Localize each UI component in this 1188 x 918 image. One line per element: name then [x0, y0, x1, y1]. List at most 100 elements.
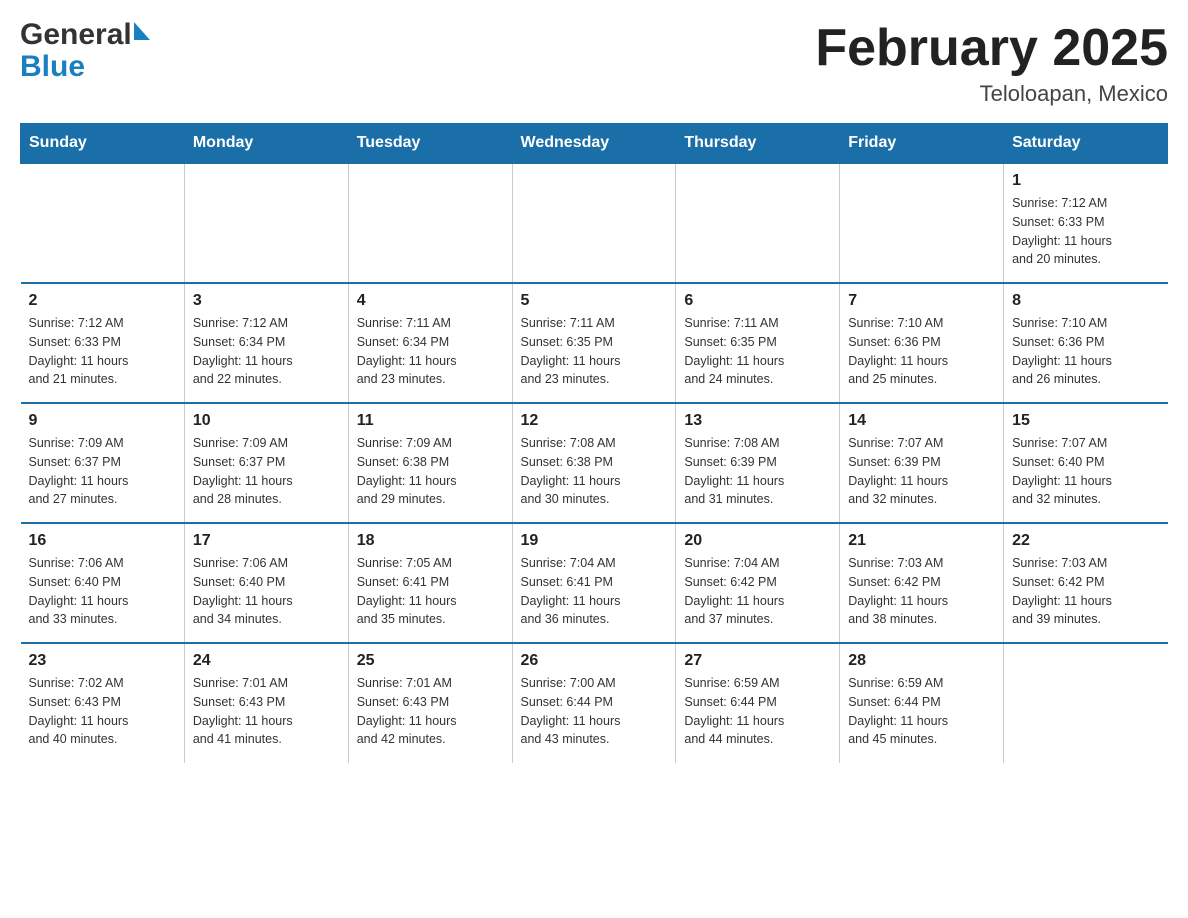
day-header-sunday: Sunday: [21, 124, 185, 164]
title-area: February 2025 Teloloapan, Mexico: [815, 20, 1168, 107]
calendar-header-row: SundayMondayTuesdayWednesdayThursdayFrid…: [21, 124, 1168, 164]
day-number: 11: [357, 412, 504, 430]
calendar-cell: 11 Sunrise: 7:09 AM Sunset: 6:38 PM Dayli…: [348, 403, 512, 523]
calendar-cell: 21 Sunrise: 7:03 AM Sunset: 6:42 PM Dayli…: [840, 523, 1004, 643]
calendar-cell: 26Sunrise: 7:00 AM Sunset: 6:44 PM Dayli…: [512, 643, 676, 763]
day-number: 21: [848, 532, 995, 550]
week-row-4: 16Sunrise: 7:06 AM Sunset: 6:40 PM Dayli…: [21, 523, 1168, 643]
day-info: Sunrise: 7:02 AM Sunset: 6:43 PM Dayligh…: [29, 674, 176, 749]
page-header: General Blue February 2025 Teloloapan, M…: [20, 20, 1168, 107]
calendar-cell: 7 Sunrise: 7:10 AM Sunset: 6:36 PM Daylig…: [840, 283, 1004, 403]
day-info: Sunrise: 6:59 AM Sunset: 6:44 PM Dayligh…: [848, 674, 995, 749]
day-info: Sunrise: 7:03 AM Sunset: 6:42 PM Dayligh…: [848, 554, 995, 629]
calendar-cell: 18Sunrise: 7:05 AM Sunset: 6:41 PM Dayli…: [348, 523, 512, 643]
calendar-cell: [184, 163, 348, 283]
day-header-thursday: Thursday: [676, 124, 840, 164]
day-info: Sunrise: 7:11 AM Sunset: 6:35 PM Dayligh…: [521, 314, 668, 389]
day-info: Sunrise: 7:08 AM Sunset: 6:39 PM Dayligh…: [684, 434, 831, 509]
calendar-cell: 13 Sunrise: 7:08 AM Sunset: 6:39 PM Dayli…: [676, 403, 840, 523]
day-number: 3: [193, 292, 340, 310]
calendar-cell: [21, 163, 185, 283]
day-info: Sunrise: 7:12 AM Sunset: 6:33 PM Dayligh…: [1012, 194, 1159, 269]
calendar-cell: 1Sunrise: 7:12 AM Sunset: 6:33 PM Daylig…: [1004, 163, 1168, 283]
logo-blue-text: Blue: [20, 50, 85, 83]
day-info: Sunrise: 7:10 AM Sunset: 6:36 PM Dayligh…: [1012, 314, 1159, 389]
week-row-5: 23 Sunrise: 7:02 AM Sunset: 6:43 PM Dayli…: [21, 643, 1168, 763]
day-info: Sunrise: 7:03 AM Sunset: 6:42 PM Dayligh…: [1012, 554, 1159, 629]
day-info: Sunrise: 7:01 AM Sunset: 6:43 PM Dayligh…: [357, 674, 504, 749]
day-number: 8: [1012, 292, 1159, 310]
day-info: Sunrise: 7:09 AM Sunset: 6:37 PM Dayligh…: [29, 434, 176, 509]
day-number: 19: [521, 532, 668, 550]
day-info: Sunrise: 7:07 AM Sunset: 6:40 PM Dayligh…: [1012, 434, 1159, 509]
calendar-cell: 27 Sunrise: 6:59 AM Sunset: 6:44 PM Dayli…: [676, 643, 840, 763]
day-info: Sunrise: 6:59 AM Sunset: 6:44 PM Dayligh…: [684, 674, 831, 749]
calendar-cell: 22 Sunrise: 7:03 AM Sunset: 6:42 PM Dayli…: [1004, 523, 1168, 643]
day-number: 25: [357, 652, 504, 670]
day-header-wednesday: Wednesday: [512, 124, 676, 164]
day-info: Sunrise: 7:01 AM Sunset: 6:43 PM Dayligh…: [193, 674, 340, 749]
calendar-cell: 28 Sunrise: 6:59 AM Sunset: 6:44 PM Dayli…: [840, 643, 1004, 763]
calendar-cell: [348, 163, 512, 283]
day-number: 22: [1012, 532, 1159, 550]
calendar-cell: 3 Sunrise: 7:12 AM Sunset: 6:34 PM Daylig…: [184, 283, 348, 403]
logo-arrow-icon: [134, 22, 150, 40]
day-number: 4: [357, 292, 504, 310]
day-info: Sunrise: 7:04 AM Sunset: 6:42 PM Dayligh…: [684, 554, 831, 629]
day-number: 5: [521, 292, 668, 310]
day-header-friday: Friday: [840, 124, 1004, 164]
day-info: Sunrise: 7:00 AM Sunset: 6:44 PM Dayligh…: [521, 674, 668, 749]
day-number: 2: [29, 292, 176, 310]
day-info: Sunrise: 7:10 AM Sunset: 6:36 PM Dayligh…: [848, 314, 995, 389]
calendar-cell: 17Sunrise: 7:06 AM Sunset: 6:40 PM Dayli…: [184, 523, 348, 643]
day-info: Sunrise: 7:04 AM Sunset: 6:41 PM Dayligh…: [521, 554, 668, 629]
calendar-cell: 9 Sunrise: 7:09 AM Sunset: 6:37 PM Daylig…: [21, 403, 185, 523]
day-number: 6: [684, 292, 831, 310]
calendar-cell: 6Sunrise: 7:11 AM Sunset: 6:35 PM Daylig…: [676, 283, 840, 403]
calendar-cell: 12 Sunrise: 7:08 AM Sunset: 6:38 PM Dayli…: [512, 403, 676, 523]
day-number: 28: [848, 652, 995, 670]
calendar-cell: [512, 163, 676, 283]
calendar-cell: 25 Sunrise: 7:01 AM Sunset: 6:43 PM Dayli…: [348, 643, 512, 763]
day-number: 20: [684, 532, 831, 550]
day-header-monday: Monday: [184, 124, 348, 164]
day-header-tuesday: Tuesday: [348, 124, 512, 164]
calendar-cell: 14 Sunrise: 7:07 AM Sunset: 6:39 PM Dayli…: [840, 403, 1004, 523]
calendar-cell: 20 Sunrise: 7:04 AM Sunset: 6:42 PM Dayli…: [676, 523, 840, 643]
calendar-cell: 19 Sunrise: 7:04 AM Sunset: 6:41 PM Dayli…: [512, 523, 676, 643]
calendar-cell: 2 Sunrise: 7:12 AM Sunset: 6:33 PM Daylig…: [21, 283, 185, 403]
day-number: 24: [193, 652, 340, 670]
calendar-cell: [840, 163, 1004, 283]
calendar-cell: 16Sunrise: 7:06 AM Sunset: 6:40 PM Dayli…: [21, 523, 185, 643]
day-number: 18: [357, 532, 504, 550]
calendar-title: February 2025: [815, 20, 1168, 77]
day-number: 14: [848, 412, 995, 430]
day-info: Sunrise: 7:09 AM Sunset: 6:37 PM Dayligh…: [193, 434, 340, 509]
day-number: 12: [521, 412, 668, 430]
calendar-cell: 23 Sunrise: 7:02 AM Sunset: 6:43 PM Dayli…: [21, 643, 185, 763]
calendar-cell: 10 Sunrise: 7:09 AM Sunset: 6:37 PM Dayli…: [184, 403, 348, 523]
logo: General Blue: [20, 20, 150, 84]
day-number: 23: [29, 652, 176, 670]
day-info: Sunrise: 7:08 AM Sunset: 6:38 PM Dayligh…: [521, 434, 668, 509]
calendar-cell: 24 Sunrise: 7:01 AM Sunset: 6:43 PM Dayli…: [184, 643, 348, 763]
day-number: 27: [684, 652, 831, 670]
calendar-cell: 5 Sunrise: 7:11 AM Sunset: 6:35 PM Daylig…: [512, 283, 676, 403]
day-number: 7: [848, 292, 995, 310]
day-header-saturday: Saturday: [1004, 124, 1168, 164]
day-info: Sunrise: 7:11 AM Sunset: 6:34 PM Dayligh…: [357, 314, 504, 389]
day-number: 9: [29, 412, 176, 430]
day-info: Sunrise: 7:09 AM Sunset: 6:38 PM Dayligh…: [357, 434, 504, 509]
day-number: 13: [684, 412, 831, 430]
day-info: Sunrise: 7:07 AM Sunset: 6:39 PM Dayligh…: [848, 434, 995, 509]
calendar-cell: [676, 163, 840, 283]
day-info: Sunrise: 7:12 AM Sunset: 6:34 PM Dayligh…: [193, 314, 340, 389]
day-info: Sunrise: 7:06 AM Sunset: 6:40 PM Dayligh…: [29, 554, 176, 629]
calendar-cell: [1004, 643, 1168, 763]
week-row-1: 1Sunrise: 7:12 AM Sunset: 6:33 PM Daylig…: [21, 163, 1168, 283]
day-info: Sunrise: 7:12 AM Sunset: 6:33 PM Dayligh…: [29, 314, 176, 389]
calendar-cell: 8 Sunrise: 7:10 AM Sunset: 6:36 PM Daylig…: [1004, 283, 1168, 403]
calendar-cell: 4 Sunrise: 7:11 AM Sunset: 6:34 PM Daylig…: [348, 283, 512, 403]
day-number: 10: [193, 412, 340, 430]
logo-general-text: General: [20, 20, 132, 50]
